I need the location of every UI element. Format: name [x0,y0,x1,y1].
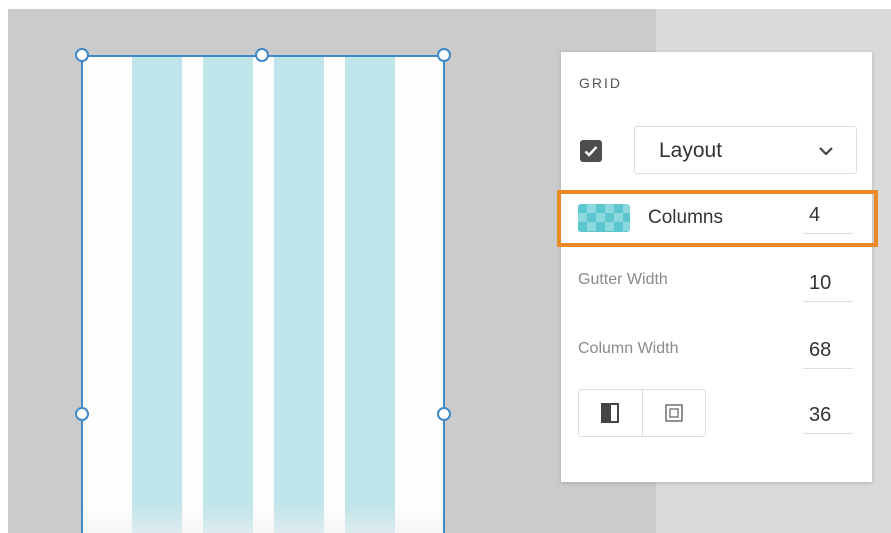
grid-column [274,56,324,533]
column-width-input[interactable]: 68 [803,335,853,369]
grid-column [345,56,395,533]
linked-margins-icon [601,403,620,423]
resize-handle-middle-left[interactable] [75,407,89,421]
resize-handle-top-right[interactable] [437,48,451,62]
grid-column [132,56,182,533]
individual-margins-button[interactable] [641,390,706,436]
checkmark-icon [584,146,598,157]
selection-right-edge [443,55,445,533]
artboard[interactable] [82,56,444,533]
grid-type-value: Layout [659,139,723,162]
grid-column [203,56,253,533]
grid-type-dropdown[interactable]: Layout [634,126,857,174]
margin-mode-toggle[interactable] [578,389,706,437]
gutter-width-label: Gutter Width [578,271,668,288]
individual-margins-icon [664,404,683,422]
selection-left-edge [81,55,83,533]
resize-handle-top-center[interactable] [255,48,269,62]
layout-grid-checkbox[interactable] [580,140,602,162]
resize-handle-top-left[interactable] [75,48,89,62]
grid-swatch-icon[interactable] [578,204,630,232]
artboard-fade [82,503,444,533]
linked-margins-button[interactable] [579,390,642,436]
gutter-width-input[interactable]: 10 [803,268,853,302]
resize-handle-middle-right[interactable] [437,407,451,421]
chevron-down-icon [819,147,833,156]
margin-input[interactable]: 36 [803,400,853,434]
column-width-label: Column Width [578,340,679,357]
panel-title: GRID [579,75,622,91]
columns-label: Columns [648,207,723,228]
columns-input[interactable]: 4 [803,200,853,234]
